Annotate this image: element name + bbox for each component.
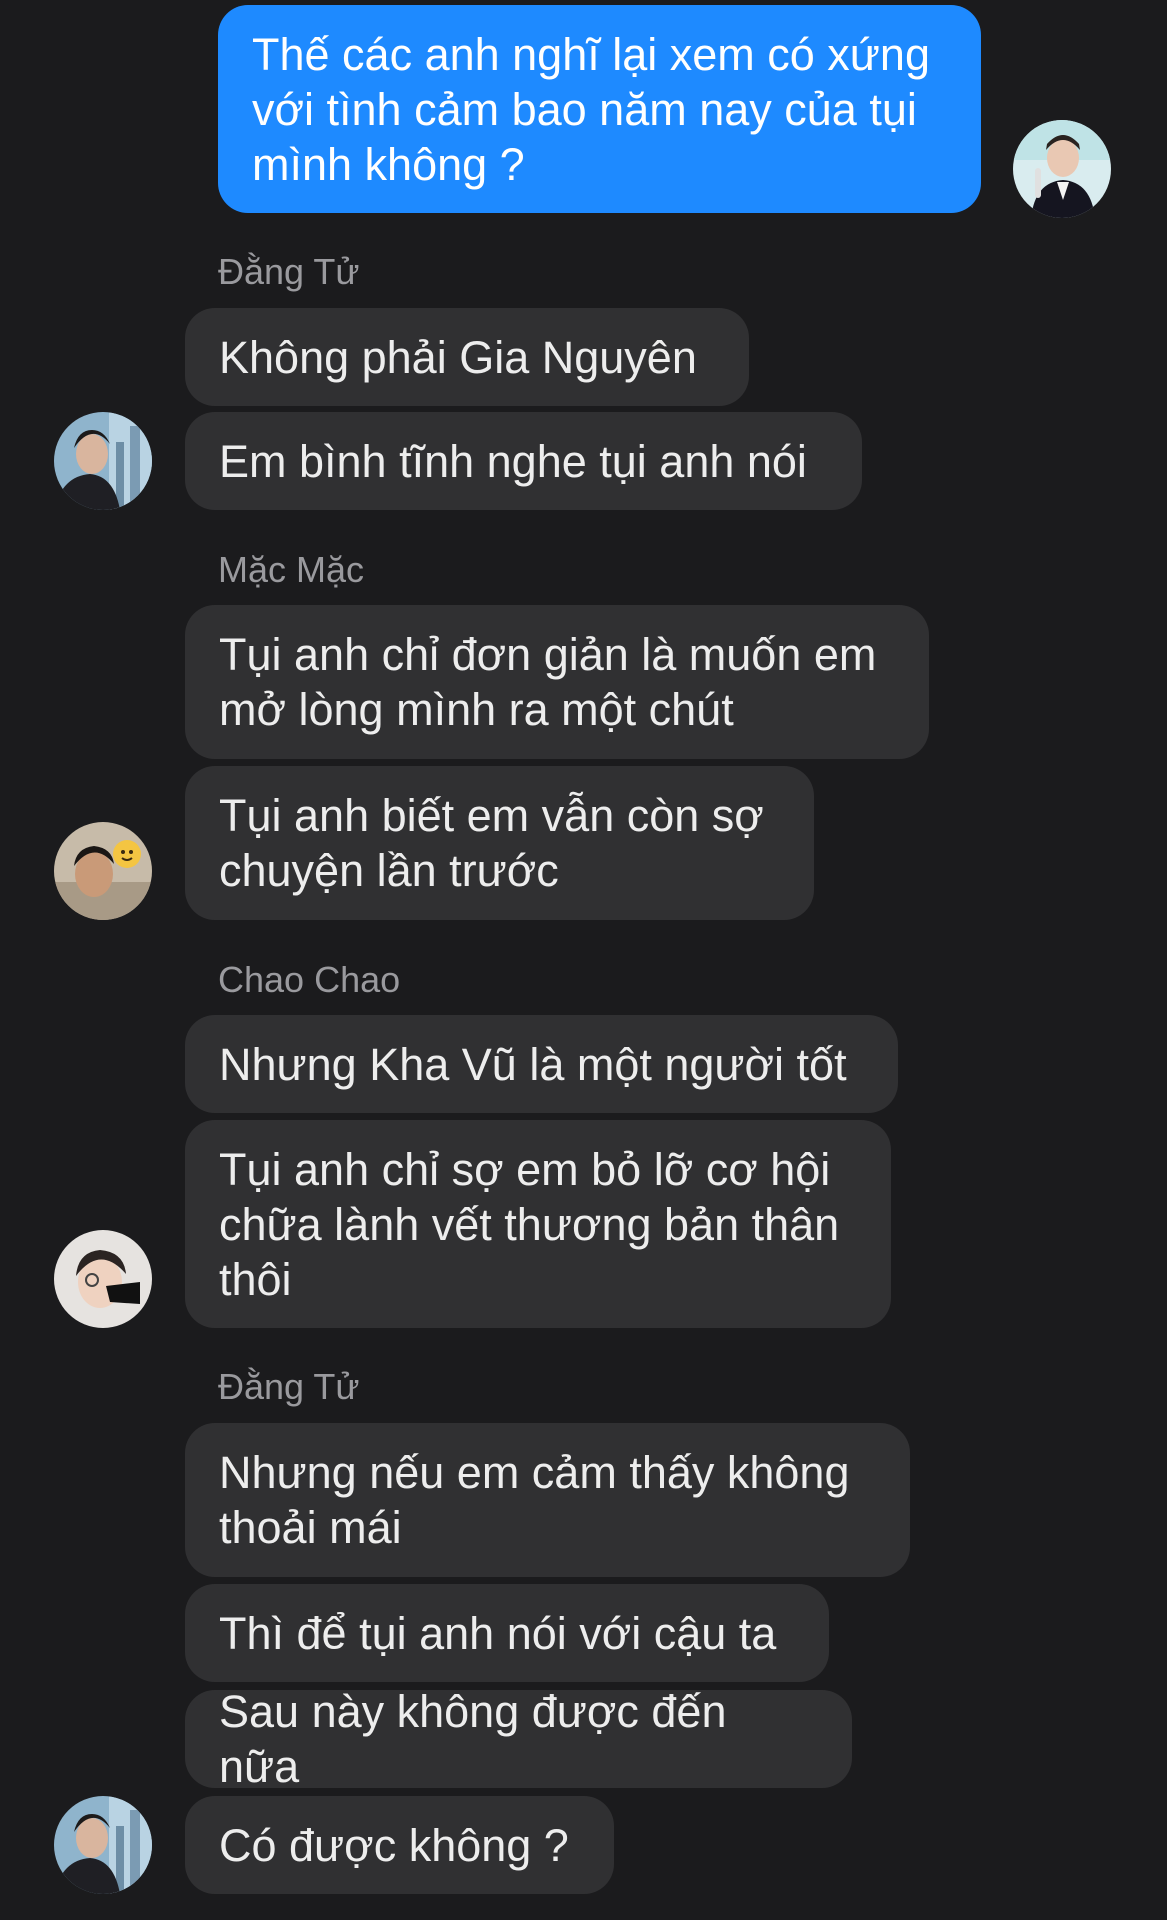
profile-photo-avatar-icon — [1013, 120, 1111, 218]
sender-avatar-dang-tu[interactable] — [54, 412, 152, 510]
profile-photo-avatar-icon — [54, 1796, 152, 1894]
sender-name: Chao Chao — [218, 959, 401, 1000]
sender-avatar-dang-tu[interactable] — [54, 1796, 152, 1894]
incoming-message-bubble[interactable]: Sau này không được đến nữa — [185, 1686, 852, 1792]
profile-photo-avatar-icon — [54, 822, 152, 920]
self-avatar[interactable] — [1013, 120, 1111, 218]
incoming-message-bubble[interactable]: Nhưng Kha Vũ là một người tốt — [185, 1015, 898, 1113]
outgoing-message-bubble[interactable]: Thế các anh nghĩ lại xem có xứng với tìn… — [218, 5, 981, 213]
profile-photo-avatar-icon — [54, 1230, 152, 1328]
sender-avatar-chao-chao[interactable] — [54, 1230, 152, 1328]
incoming-message-bubble[interactable]: Nhưng nếu em cảm thấy không thoải mái — [185, 1423, 910, 1577]
sender-name: Mặc Mặc — [218, 549, 365, 590]
incoming-message-bubble[interactable]: Có được không ? — [185, 1796, 614, 1894]
incoming-message-bubble[interactable]: Thì để tụi anh nói với cậu ta — [185, 1584, 829, 1682]
sender-name: Đằng Tử — [218, 1366, 360, 1407]
profile-photo-avatar-icon — [54, 412, 152, 510]
incoming-message-bubble[interactable]: Tụi anh chỉ đơn giản là muốn em mở lòng … — [185, 605, 929, 759]
sender-avatar-mac-mac[interactable] — [54, 822, 152, 920]
incoming-message-bubble[interactable]: Em bình tĩnh nghe tụi anh nói — [185, 412, 862, 510]
incoming-message-bubble[interactable]: Tụi anh chỉ sợ em bỏ lỡ cơ hội chữa lành… — [185, 1120, 891, 1328]
incoming-message-bubble[interactable]: Tụi anh biết em vẫn còn sợ chuyện lần tr… — [185, 766, 814, 920]
sender-name: Đằng Tử — [218, 251, 360, 292]
chat-thread[interactable]: Thế các anh nghĩ lại xem có xứng với tìn… — [0, 0, 1167, 1920]
incoming-message-bubble[interactable]: Không phải Gia Nguyên — [185, 308, 749, 406]
